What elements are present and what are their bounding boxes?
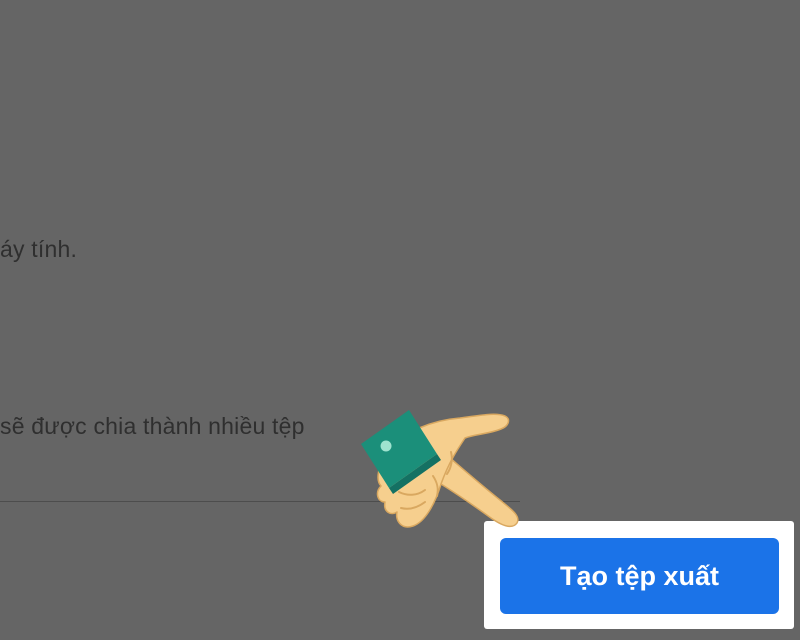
dimmed-dialog-backdrop: áy tính. sẽ được chia thành nhiều tệp Tạ… — [0, 0, 800, 640]
pointing-hand-icon — [361, 410, 519, 528]
dialog-text-line-2: sẽ được chia thành nhiều tệp — [0, 413, 305, 439]
dialog-text-line-1: áy tính. — [0, 236, 78, 262]
create-export-button[interactable]: Tạo tệp xuất — [500, 538, 779, 614]
